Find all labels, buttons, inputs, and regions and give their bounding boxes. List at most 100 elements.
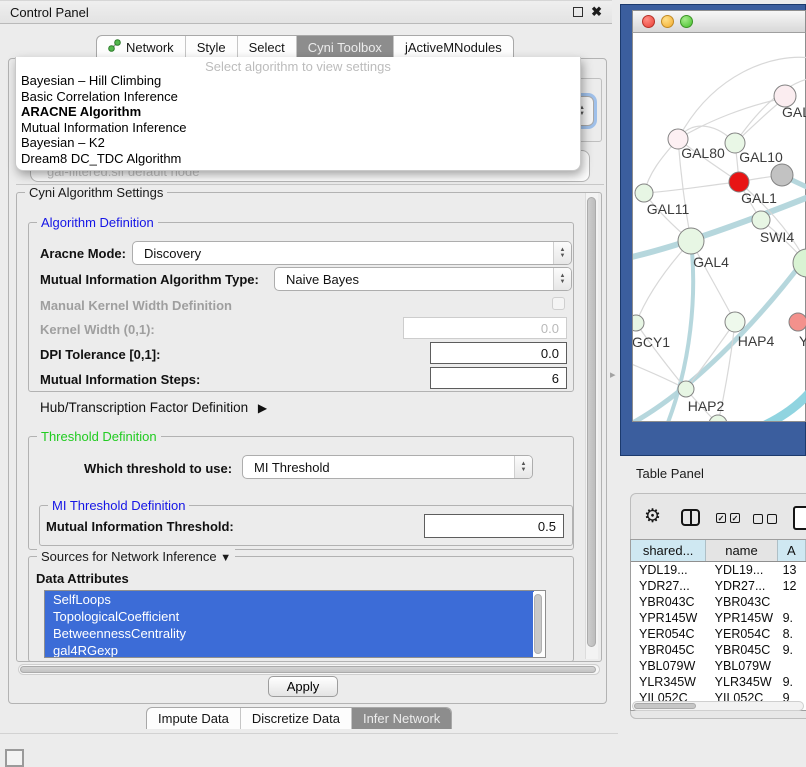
- network-node-hap2[interactable]: [678, 381, 694, 397]
- settings-vertical-scrollbar-thumb[interactable]: [587, 197, 596, 647]
- export-table-icon[interactable]: [793, 506, 806, 530]
- panel-divider-handle[interactable]: ▸: [610, 368, 616, 381]
- table-cell[interactable]: [779, 658, 806, 674]
- table-cell[interactable]: YDR27...: [707, 578, 779, 594]
- combobox-stepper-icon[interactable]: ▲▼: [514, 456, 532, 478]
- tab-select[interactable]: Select: [237, 36, 296, 58]
- network-graph[interactable]: GALGAL80GAL10GAL1GAL11SWI4GAL4GCY1HAP4YH…: [633, 33, 806, 421]
- table-cell[interactable]: YLR345W: [707, 674, 779, 690]
- tab-cyni-toolbox[interactable]: Cyni Toolbox: [296, 36, 393, 58]
- table-row[interactable]: YER054CYER054C8.: [631, 626, 806, 642]
- combobox-stepper-icon[interactable]: ▲▼: [553, 268, 571, 290]
- algorithm-dropdown[interactable]: Select algorithm to view settings Bayesi…: [15, 57, 581, 171]
- zoom-window-icon[interactable]: [680, 15, 693, 28]
- close-panel-icon[interactable]: ✖: [591, 7, 602, 17]
- mi-steps-field[interactable]: 6: [430, 367, 567, 389]
- tab-network[interactable]: Network: [97, 36, 185, 58]
- attribute-item[interactable]: gal4RGexp: [45, 642, 534, 658]
- network-edge[interactable]: [678, 98, 785, 139]
- attributes-scrollbar-thumb[interactable]: [534, 594, 542, 654]
- network-edge[interactable]: [761, 391, 806, 421]
- network-node-swi4[interactable]: [752, 211, 770, 229]
- algorithm-option[interactable]: Bayesian – Hill Climbing: [16, 73, 580, 89]
- tab-infer-network[interactable]: Infer Network: [351, 708, 451, 729]
- sources-toggle[interactable]: Sources for Network Inference ▼: [37, 549, 235, 564]
- gear-icon[interactable]: ⚙: [644, 505, 661, 528]
- table-cell[interactable]: 9: [779, 690, 806, 701]
- table-cell[interactable]: YER054C: [707, 626, 779, 642]
- attribute-item[interactable]: SelfLoops: [45, 591, 534, 608]
- table-cell[interactable]: 8.: [779, 626, 806, 642]
- table-row[interactable]: YBL079WYBL079W: [631, 658, 806, 674]
- algorithm-option[interactable]: Basic Correlation Inference: [16, 89, 580, 105]
- algorithm-option[interactable]: Bayesian – K2: [16, 135, 580, 151]
- table-column-header[interactable]: shared...: [631, 540, 706, 561]
- minimize-window-icon[interactable]: [661, 15, 674, 28]
- network-node-gal11[interactable]: [635, 184, 653, 202]
- tab-discretize-data[interactable]: Discretize Data: [240, 708, 351, 729]
- table-row[interactable]: YBR045CYBR045C9.: [631, 642, 806, 658]
- settings-horizontal-scrollbar[interactable]: [18, 664, 600, 675]
- table-cell[interactable]: YDR27...: [631, 578, 707, 594]
- network-node-gcy1[interactable]: [633, 315, 644, 331]
- table-column-header[interactable]: name: [706, 540, 777, 561]
- attribute-item[interactable]: TopologicalCoefficient: [45, 608, 534, 625]
- table-cell[interactable]: YIL052C: [631, 690, 707, 701]
- settings-vertical-scrollbar[interactable]: [585, 193, 598, 659]
- table-cell[interactable]: 12: [779, 578, 806, 594]
- network-node-gal1[interactable]: [729, 172, 749, 192]
- table-cell[interactable]: YBR043C: [631, 594, 707, 610]
- network-edge[interactable]: [636, 323, 686, 389]
- algorithm-option[interactable]: ARACNE Algorithm: [16, 104, 580, 120]
- network-node-y[interactable]: [789, 313, 806, 331]
- aracne-mode-combobox[interactable]: Discovery ▲▼: [132, 241, 572, 265]
- table-row[interactable]: YLR345WYLR345W9.: [631, 674, 806, 690]
- table-cell[interactable]: YDL19...: [707, 562, 779, 578]
- apply-button[interactable]: Apply: [268, 676, 338, 697]
- select-all-columns-button[interactable]: ✓✓: [716, 513, 740, 523]
- table-column-header[interactable]: A: [778, 540, 806, 561]
- table-cell[interactable]: YLR345W: [631, 674, 707, 690]
- table-cell[interactable]: YER054C: [631, 626, 707, 642]
- network-edge[interactable]: [644, 182, 739, 193]
- table-cell[interactable]: YBR043C: [707, 594, 779, 610]
- network-node[interactable]: [771, 164, 793, 186]
- algorithm-option[interactable]: Dream8 DC_TDC Algorithm: [16, 151, 580, 167]
- docked-panel-icon[interactable]: [5, 749, 24, 767]
- which-threshold-combobox[interactable]: MI Threshold ▲▼: [242, 455, 533, 479]
- table-cell[interactable]: 9.: [779, 610, 806, 626]
- mi-algorithm-type-combobox[interactable]: Naive Bayes ▲▼: [274, 267, 572, 291]
- table-cell[interactable]: 13: [779, 562, 806, 578]
- split-columns-icon[interactable]: [681, 509, 700, 526]
- table-row[interactable]: YPR145WYPR145W9.: [631, 610, 806, 626]
- data-attributes-list[interactable]: SelfLoopsTopologicalCoefficientBetweenne…: [44, 590, 546, 658]
- table-cell[interactable]: YPR145W: [631, 610, 707, 626]
- table-cell[interactable]: YIL052C: [707, 690, 779, 701]
- network-edge[interactable]: [633, 363, 686, 389]
- table-cell[interactable]: 9.: [779, 674, 806, 690]
- tab-style[interactable]: Style: [185, 36, 237, 58]
- table-cell[interactable]: [779, 594, 806, 610]
- table-horizontal-scrollbar-thumb[interactable]: [634, 703, 696, 709]
- table-row[interactable]: YDR27...YDR27...12: [631, 578, 806, 594]
- tab-jactivemnodules[interactable]: jActiveMNodules: [393, 36, 513, 58]
- table-cell[interactable]: 9.: [779, 642, 806, 658]
- table-cell[interactable]: YBL079W: [707, 658, 779, 674]
- algorithm-option[interactable]: Mutual Information Inference: [16, 120, 580, 136]
- combobox-stepper-icon[interactable]: ▲▼: [553, 242, 571, 264]
- deselect-all-columns-button[interactable]: [753, 514, 777, 524]
- network-window-titlebar[interactable]: [632, 10, 806, 33]
- table-cell[interactable]: YPR145W: [707, 610, 779, 626]
- network-node-gal4[interactable]: [678, 228, 704, 254]
- dpi-tolerance-field[interactable]: 0.0: [430, 342, 567, 364]
- table-cell[interactable]: YDL19...: [631, 562, 707, 578]
- table-cell[interactable]: YBL079W: [631, 658, 707, 674]
- table-cell[interactable]: YBR045C: [631, 642, 707, 658]
- float-panel-icon[interactable]: [573, 7, 583, 17]
- table-row[interactable]: YBR043CYBR043C: [631, 594, 806, 610]
- mi-threshold-field[interactable]: 0.5: [424, 514, 564, 538]
- table-row[interactable]: YIL052CYIL052C9: [631, 690, 806, 701]
- attributes-scrollbar[interactable]: [533, 592, 544, 658]
- network-edge[interactable]: [686, 322, 735, 389]
- close-window-icon[interactable]: [642, 15, 655, 28]
